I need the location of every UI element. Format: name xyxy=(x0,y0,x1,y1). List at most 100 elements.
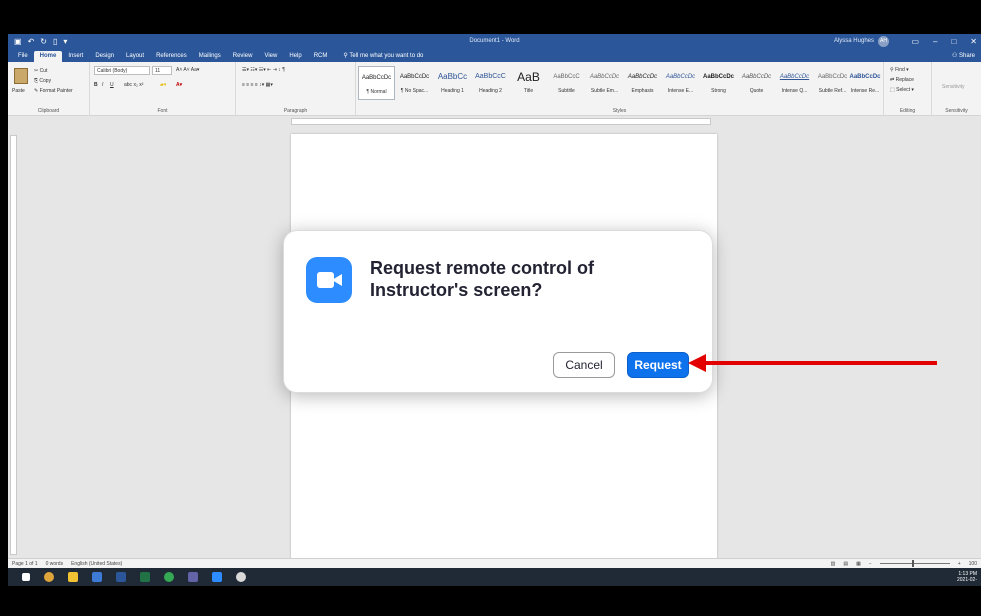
font-size-select[interactable]: 11 xyxy=(152,66,172,75)
style-sample: AaBbCcDc xyxy=(849,74,881,80)
title-bar: ▣ ↶ ↻ ▯ ▾ Document1 - Word Alyssa Hughes… xyxy=(8,34,981,48)
tab-review[interactable]: Review xyxy=(227,53,259,62)
style-intense-emphasis[interactable]: AaBbCcDc Intense E... xyxy=(662,66,699,100)
outlook-icon[interactable] xyxy=(92,572,102,582)
font-name-select[interactable]: Calibri (Body) xyxy=(94,66,150,75)
avatar: AH xyxy=(878,35,889,47)
close-icon[interactable]: ✕ xyxy=(970,37,977,46)
tab-rcm[interactable]: RCM xyxy=(308,53,334,62)
cancel-button[interactable]: Cancel xyxy=(553,352,615,378)
vertical-ruler xyxy=(8,127,19,560)
style-sample: AaBbCc xyxy=(437,72,468,81)
annotation-arrow-shaft xyxy=(702,361,937,365)
style-heading-2[interactable]: AaBbCcC Heading 2 xyxy=(472,66,509,100)
tab-insert[interactable]: Insert xyxy=(62,53,89,62)
format-painter-button[interactable]: ✎ Format Painter xyxy=(34,88,73,94)
replace-button[interactable]: ⇄ Replace xyxy=(890,77,914,83)
copy-button[interactable]: ⎘ Copy xyxy=(34,78,51,84)
screenshot-frame: ▣ ↶ ↻ ▯ ▾ Document1 - Word Alyssa Hughes… xyxy=(0,0,981,616)
style-name: Strong xyxy=(711,88,726,94)
tab-references[interactable]: References xyxy=(150,53,193,62)
paste-icon[interactable] xyxy=(14,68,28,84)
tab-file[interactable]: File xyxy=(12,53,34,62)
style-strong[interactable]: AaBbCcDc Strong xyxy=(700,66,737,100)
tab-mailings[interactable]: Mailings xyxy=(193,53,227,62)
maximize-icon[interactable]: □ xyxy=(951,37,956,46)
tab-help[interactable]: Help xyxy=(283,53,307,62)
style-subtle-emphasis[interactable]: AaBbCcDc Subtle Em... xyxy=(586,66,623,100)
style-no-spacing[interactable]: AaBbCcDc ¶ No Spac... xyxy=(396,66,433,100)
paste-button[interactable]: Paste xyxy=(12,88,25,94)
ribbon-display-icon[interactable]: ▭ xyxy=(911,37,919,46)
status-right: ▥ ▤ ▦ − + 100 xyxy=(831,560,977,567)
web-layout-icon[interactable]: ▦ xyxy=(856,561,861,567)
style-intense-quote[interactable]: AaBbCcDc Intense Q... xyxy=(776,66,813,100)
teams-icon[interactable] xyxy=(188,572,198,582)
style-sample: AaBbCcDc xyxy=(589,74,620,80)
select-button[interactable]: ⬚ Select ▾ xyxy=(890,87,914,93)
language-indicator[interactable]: English (United States) xyxy=(71,561,122,567)
style-heading-1[interactable]: AaBbCc Heading 1 xyxy=(434,66,471,100)
strikethrough-icon[interactable]: abc x₂ x² xyxy=(124,82,143,88)
print-layout-icon[interactable]: ▤ xyxy=(843,561,848,567)
find-button[interactable]: ⚲ Find ▾ xyxy=(890,67,909,73)
style-name: Intense Re... xyxy=(850,88,880,94)
highlight-icon[interactable]: ▰▾ xyxy=(160,82,166,88)
tab-view[interactable]: View xyxy=(258,53,283,62)
windows-start-icon[interactable] xyxy=(22,573,30,581)
bullets-icon[interactable]: ☰▾ ☷▾ ☵▾ ⇤ ⇥ ↕ ¶ xyxy=(242,67,285,73)
horizontal-ruler xyxy=(8,116,981,127)
page-count[interactable]: Page 1 of 1 xyxy=(12,561,38,567)
word-count[interactable]: 0 words xyxy=(46,561,64,567)
align-icons[interactable]: ≡ ≡ ≡ ≡ ↕▾ ▦▾ xyxy=(242,82,273,88)
tell-me-search[interactable]: ⚲ Tell me what you want to do xyxy=(337,52,429,62)
style-name: Intense E... xyxy=(667,88,694,94)
style-title[interactable]: AaB Title xyxy=(510,66,547,100)
italic-icon[interactable]: I xyxy=(102,82,103,88)
tab-home[interactable]: Home xyxy=(33,51,63,62)
dialog-title: Request remote control of Instructor's s… xyxy=(370,258,595,300)
cut-button[interactable]: ✂ Cut xyxy=(34,68,47,74)
style-name: ¶ Normal xyxy=(366,89,387,95)
minimize-icon[interactable]: – xyxy=(933,37,937,46)
zoom-slider[interactable] xyxy=(879,560,950,567)
zoom-in-icon[interactable]: + xyxy=(958,561,961,567)
share-button[interactable]: ⚇ Share xyxy=(952,52,975,59)
grow-font-icon[interactable]: A˄ A˅ Aa▾ xyxy=(176,67,199,73)
style-intense-reference[interactable]: AaBbCcDc Intense Re... xyxy=(848,66,882,100)
hangouts-icon[interactable] xyxy=(164,572,174,582)
zoom-level[interactable]: 100 xyxy=(969,561,977,567)
read-mode-icon[interactable]: ▥ xyxy=(831,561,836,567)
style-emphasis[interactable]: AaBbCcDc Emphasis xyxy=(624,66,661,100)
font-color-icon[interactable]: A▾ xyxy=(176,82,182,88)
style-quote[interactable]: AaBbCcDc Quote xyxy=(738,66,775,100)
styles-group-label: Styles xyxy=(612,108,627,114)
style-sample: AaBbCcC xyxy=(475,73,506,80)
tab-layout[interactable]: Layout xyxy=(120,53,150,62)
excel-icon[interactable] xyxy=(140,572,150,582)
clock-date: 2021-02- xyxy=(956,577,977,583)
bold-icon[interactable]: B xyxy=(94,82,98,88)
style-normal[interactable]: AaBbCcDc ¶ Normal xyxy=(358,66,395,100)
sensitivity-button[interactable]: Sensitivity xyxy=(942,84,965,90)
word-icon[interactable] xyxy=(116,572,126,582)
style-sample: AaB xyxy=(517,70,540,84)
request-button[interactable]: Request xyxy=(627,352,689,378)
window-controls: ▭ – □ ✕ xyxy=(911,37,977,46)
chrome-icon[interactable] xyxy=(44,572,54,582)
zoom-app-icon[interactable] xyxy=(212,572,222,582)
cut-label: Cut xyxy=(39,68,48,74)
user-account[interactable]: Alyssa Hughes AH xyxy=(834,35,889,47)
style-subtitle[interactable]: AaBbCcC Subtitle xyxy=(548,66,585,100)
style-subtle-reference[interactable]: AaBbCcDc Subtle Ref... xyxy=(814,66,851,100)
file-explorer-icon[interactable] xyxy=(68,572,78,582)
style-sample: AaBbCcDc xyxy=(702,74,734,80)
tab-design[interactable]: Design xyxy=(89,53,120,62)
taskbar-clock[interactable]: 1:13 PM 2021-02- xyxy=(957,571,977,583)
camera-lens-shape xyxy=(332,274,342,286)
style-name: Emphasis xyxy=(631,88,654,94)
ribbon: Paste ✂ Cut ⎘ Copy ✎ Format Painter Clip… xyxy=(8,62,981,116)
underline-icon[interactable]: U xyxy=(110,82,114,88)
zoom-out-icon[interactable]: − xyxy=(869,561,872,567)
eraser-app-icon[interactable] xyxy=(236,572,246,582)
